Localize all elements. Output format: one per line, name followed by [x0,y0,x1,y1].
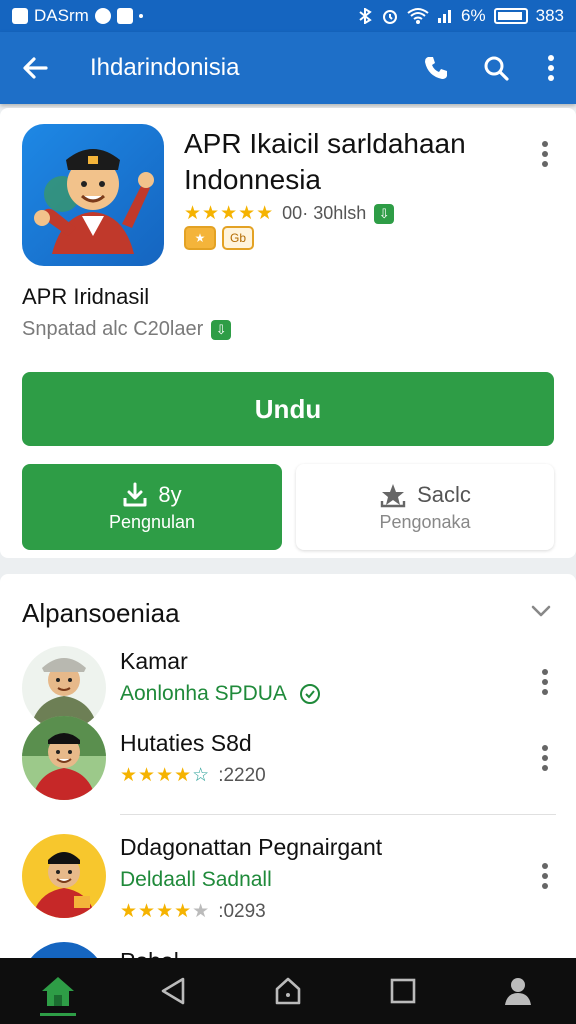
developer-name[interactable]: APR Iridnasil [22,284,149,310]
clock: 383 [535,6,564,25]
list-item[interactable]: Kamar Aonlonha SPDUA [0,644,576,730]
more-vert-icon [542,669,548,695]
navigation-bar [0,958,576,1024]
verified-icon: ⇩ [374,203,395,224]
status-bar: DASrm 6% 383 [0,0,576,32]
verified-check-icon [299,684,320,704]
item-subtitle: Aonlonha SPDUA [120,682,321,706]
app-bar-title: Ihdarindonisia [90,54,240,81]
app-title: APR Ikaicil sarldahaan Indonnesia [184,128,466,195]
profile-icon [505,978,532,1005]
battery-percent: 6% [461,6,486,25]
item-name: Hutaties S8d [120,730,252,756]
download-button[interactable]: 8y Pengnulan [22,464,282,550]
save-button-label: Pengonaka [379,511,471,532]
avatar [22,834,106,918]
phone-icon [425,57,447,79]
search-button[interactable] [466,32,526,104]
badge-gb: Gb [222,226,254,250]
item-menu-button[interactable] [525,662,565,702]
rating-text: :2220 [218,764,266,786]
item-menu-button[interactable] [525,738,565,778]
alarm-icon [383,10,398,24]
save-button-top-label: Saclc [417,481,471,507]
rating-text: 00· 30hlsh [282,203,367,223]
nav-recents[interactable] [368,958,438,1024]
item-rating: ★★★★☆ :2220 [120,764,266,787]
rating-text: :0293 [218,900,266,922]
nav-home[interactable] [23,958,93,1024]
item-subtitle-text: Deldaall Sadnall [120,868,272,891]
item-menu-button[interactable] [525,856,565,896]
gallery-notification-icon [12,8,28,24]
section-title: Alpansoeniaa [22,598,180,628]
item-rating: ★★★★★ :0293 [120,900,266,923]
star-rating: ★★★★★ [120,901,211,922]
more-vert-icon [542,745,548,771]
chevron-down-icon [531,605,551,617]
star-rating: ★★★★★ [184,203,275,224]
verified-icon: ⇩ [211,319,232,340]
back-button[interactable] [0,32,70,104]
search-icon [484,56,509,81]
carrier-label: DASrm [34,6,89,25]
app-rating-row: ★★★★★ 00· 30hlsh ⇩ [184,202,395,225]
download-button-top-label: 8y [158,481,182,507]
download-button-label: Pengnulan [108,511,196,532]
item-name: Ddagonattan Pegnairgant [120,834,383,860]
developer-subtitle-text: Snpatad alc C20laer [22,318,204,340]
call-button[interactable] [406,32,466,104]
app-notification-icon [94,8,111,24]
home-icon [41,977,74,1006]
battery-icon [493,8,528,24]
bluetooth-icon [359,8,372,24]
item-subtitle: Deldaall Sadnall [120,868,272,892]
back-arrow-icon [23,57,48,79]
install-button[interactable]: Undu [22,372,554,446]
badge-star: ★ [184,226,216,250]
back-triangle-icon [161,977,185,1005]
badge-row: ★ Gb [184,226,254,250]
avatar [22,716,106,800]
recents-square-icon [390,978,416,1004]
more-vert-icon [542,141,548,167]
overflow-menu-button[interactable] [526,32,576,104]
developer-subtitle: Snpatad alc C20laer ⇩ [22,318,232,341]
cartoon-mascot-icon [34,149,154,254]
more-notifications-dot [138,14,143,18]
item-name: Kamar [120,648,188,674]
app-menu-button[interactable] [525,134,565,174]
wifi-icon [407,8,429,24]
save-star-icon [380,483,406,507]
star-rating: ★★★★☆ [120,765,211,786]
related-apps-card: Alpansoeniaa Kamar Aonlonha SPDUA Hutati… [0,574,576,964]
list-item[interactable]: Hutaties S8d ★★★★☆ :2220 [0,714,576,806]
divider [120,814,556,815]
list-item[interactable]: Ddagonattan Pegnairgant Deldaall Sadnall… [0,830,576,930]
nav-profile[interactable] [483,958,553,1024]
item-subtitle-text: Aonlonha SPDUA [120,682,287,705]
app-bar: Ihdarindonisia [0,32,576,104]
section-collapse-button[interactable] [524,594,558,628]
more-vert-icon [548,55,554,81]
signal-icon [438,10,452,23]
app-icon [22,124,164,266]
save-button[interactable]: Saclc Pengonaka [296,464,554,550]
nav-home-outline[interactable] [253,958,323,1024]
more-vert-icon [542,863,548,889]
nav-back[interactable] [138,958,208,1024]
image-notification-icon [116,8,133,24]
app-detail-card: APR Ikaicil sarldahaan Indonnesia ★★★★★ … [0,108,576,558]
house-outline-icon [275,977,301,1005]
download-icon [123,482,147,506]
